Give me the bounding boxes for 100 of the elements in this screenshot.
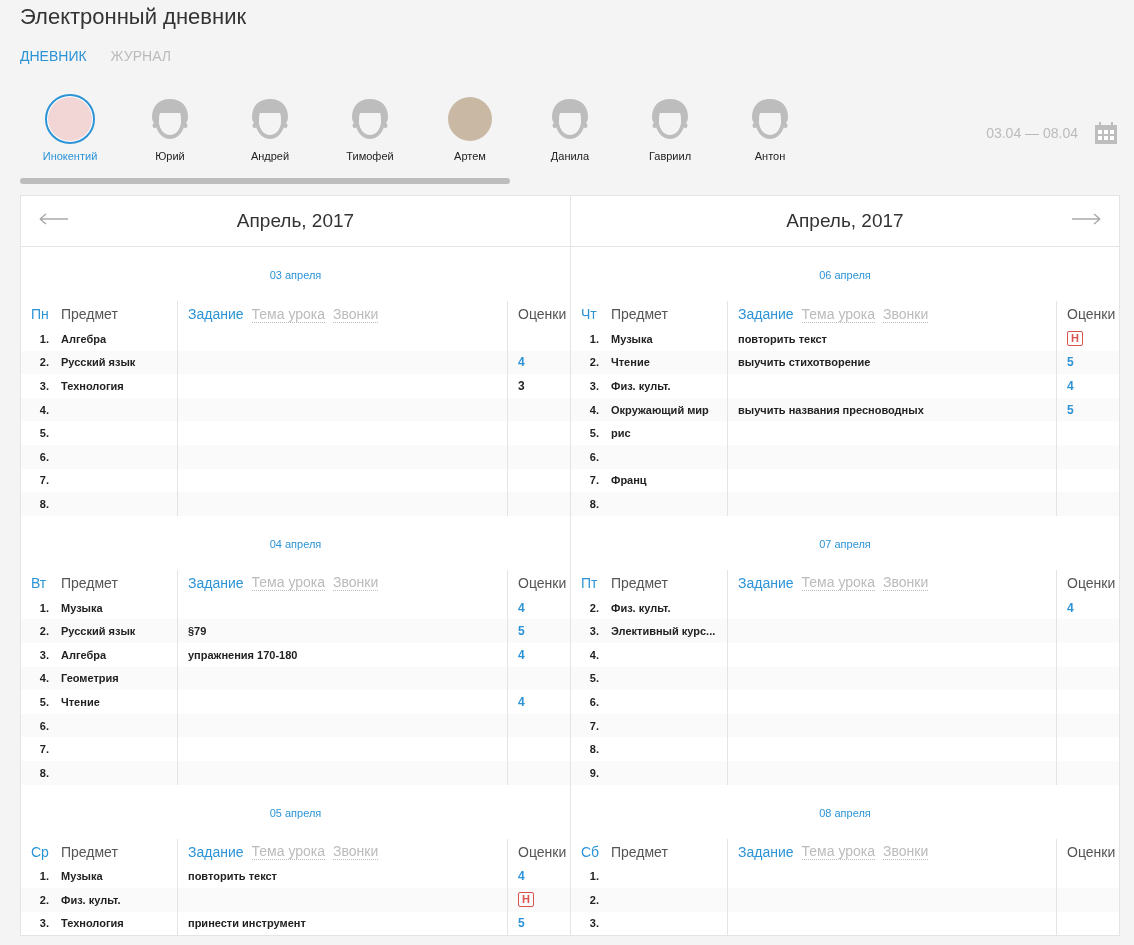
student-name[interactable]: Инокентий	[42, 150, 98, 162]
column-header: Предмет	[61, 843, 118, 860]
student-name[interactable]: Данила	[550, 150, 590, 162]
homework-cell: выучить стихотворение	[727, 350, 1056, 375]
homework-cell: §79	[177, 619, 507, 643]
column-tab[interactable]: Задание	[738, 306, 794, 322]
calendar-icon[interactable]	[1094, 122, 1118, 144]
lesson-number-cell: 4.	[21, 397, 61, 422]
student-name[interactable]: Тимофей	[346, 150, 394, 162]
month-title: Апрель, 2017	[236, 210, 355, 232]
column-header: Предмет	[611, 306, 668, 322]
photo-placeholder	[448, 97, 492, 141]
date-range: 03.04 — 08.04	[986, 125, 1078, 141]
lesson-number-cell: 7.	[571, 713, 611, 738]
student-name[interactable]: Андрей	[250, 150, 290, 162]
column-tab[interactable]: Звонки	[333, 843, 379, 860]
lesson-number-cell: 2.	[571, 350, 611, 375]
grade: 5	[1067, 355, 1074, 370]
student-name[interactable]: Антон	[754, 150, 786, 162]
homework-cell: выучить названия пресноводных	[727, 397, 1056, 422]
grade: 4	[518, 869, 525, 884]
column-tab[interactable]: Задание	[738, 843, 794, 860]
grade: 4	[1067, 600, 1074, 615]
column-header: Предмет	[611, 574, 668, 591]
column-tab[interactable]: Задание	[188, 843, 244, 860]
column-tab[interactable]: Звонки	[333, 574, 379, 592]
weekday-label: Пт	[580, 574, 598, 591]
day-date: 04 апреля	[268, 537, 323, 550]
scrollbar[interactable]	[20, 178, 510, 184]
month-title: Апрель, 2017	[786, 210, 904, 232]
lesson-number-cell: 5.	[571, 666, 611, 691]
previous-week-button[interactable]	[39, 213, 69, 225]
grade: 3	[518, 379, 525, 393]
lesson-number-cell: 4.	[571, 397, 611, 422]
column-header: Оценки	[1067, 843, 1116, 860]
subject-cell: Окружающий мир	[611, 397, 727, 422]
lesson-number-cell: 6.	[21, 713, 61, 738]
next-week-button[interactable]	[1071, 213, 1101, 225]
lesson-number-cell: 9.	[571, 760, 611, 785]
column-tab[interactable]: Тема урока	[801, 574, 876, 592]
column-header: Оценки	[518, 843, 567, 860]
photo-placeholder	[48, 97, 92, 141]
page-title: Электронный дневник	[20, 3, 248, 30]
grade: 5	[518, 916, 525, 931]
lesson-number-cell: 8.	[571, 492, 611, 516]
column-tab[interactable]: Задание	[188, 306, 244, 322]
column-header: Предмет	[611, 843, 668, 860]
nav-tab[interactable]: ДНЕВНИК	[20, 48, 87, 64]
grade: 5	[1067, 402, 1074, 417]
absence-badge: Н	[518, 892, 534, 908]
grade: 5	[518, 624, 525, 639]
student-name[interactable]: Артем	[454, 150, 486, 162]
lesson-number-cell: 2.	[571, 888, 611, 912]
day-date: 07 апреля	[818, 537, 872, 550]
column-tab[interactable]: Тема урока	[251, 574, 326, 592]
subject-cell: Геометрия	[61, 666, 177, 691]
column-header: Предмет	[61, 574, 118, 591]
weekday-label: Пн	[30, 306, 49, 322]
weekday-label: Вт	[30, 574, 47, 591]
lesson-number-cell: 3.	[571, 619, 611, 643]
weekday-label: Ср	[30, 843, 49, 860]
column-tab[interactable]: Звонки	[333, 305, 379, 323]
column-header: Оценки	[1067, 306, 1116, 322]
grade: 4	[1067, 379, 1074, 393]
subject-cell: Русский язык	[61, 350, 177, 375]
lesson-number-cell: 6.	[571, 444, 611, 469]
absence-badge: Н	[1067, 331, 1083, 347]
student-name[interactable]: Гавриил	[648, 150, 692, 162]
column-tab[interactable]: Задание	[188, 574, 244, 591]
column-tab[interactable]: Тема урока	[801, 305, 876, 323]
lesson-number-cell: 4.	[21, 666, 61, 691]
subject-cell: Чтение	[611, 350, 727, 375]
lesson-number-cell: 2.	[21, 350, 61, 375]
subject-cell: Русский язык	[61, 619, 177, 643]
subject-cell: Физ. культ.	[61, 888, 177, 912]
column-header: Оценки	[1067, 574, 1116, 591]
column-tab[interactable]: Звонки	[883, 843, 929, 860]
student-avatar[interactable]	[45, 94, 95, 144]
grade: 4	[518, 647, 525, 662]
column-tab[interactable]: Звонки	[883, 574, 929, 592]
lesson-number-cell: 2.	[21, 619, 61, 643]
day-date: 03 апреля	[268, 269, 323, 281]
grade: 4	[518, 600, 525, 615]
subject-cell: Элективный курс...	[611, 619, 727, 643]
column-tab[interactable]: Тема урока	[251, 843, 326, 860]
column-tab[interactable]: Звонки	[883, 305, 929, 323]
nav-tab[interactable]: ЖУРНАЛ	[110, 48, 172, 64]
column-header: Предмет	[61, 306, 118, 322]
column-tab[interactable]: Тема урока	[801, 843, 876, 860]
lesson-number-cell: 8.	[21, 492, 61, 516]
weekday-label: Сб	[580, 843, 600, 860]
lesson-number-cell: 6.	[21, 444, 61, 469]
column-tab[interactable]: Тема урока	[251, 305, 326, 323]
student-name[interactable]: Юрий	[155, 150, 185, 162]
weekday-label: Чт	[580, 306, 597, 322]
right-arrow-icon	[1071, 213, 1101, 225]
day-date: 05 апреля	[268, 806, 323, 819]
day-date: 08 апреля	[818, 806, 872, 819]
lesson-number-cell: 2.	[21, 888, 61, 912]
column-tab[interactable]: Задание	[738, 574, 794, 591]
